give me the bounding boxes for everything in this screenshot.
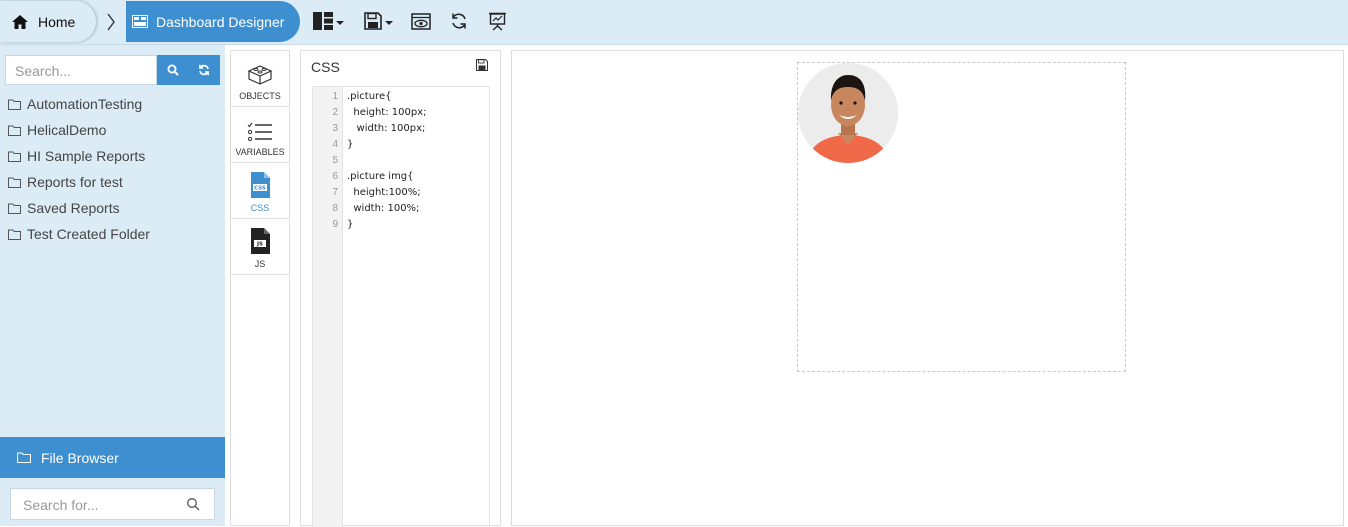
svg-text:JS: JS bbox=[256, 242, 263, 248]
layout-icon bbox=[313, 12, 333, 30]
presentation-button[interactable] bbox=[488, 10, 507, 32]
line-number-gutter: 1 2 3 4 5 6 7 8 9 bbox=[313, 87, 343, 527]
repository-search-input[interactable]: Search... bbox=[5, 55, 157, 85]
code-line: } bbox=[347, 139, 354, 150]
line-number: 3 bbox=[332, 123, 338, 134]
line-number: 8 bbox=[332, 203, 338, 214]
code-line: height:100%; bbox=[347, 187, 421, 198]
folder-icon bbox=[8, 151, 21, 162]
dropdown-caret-icon bbox=[336, 21, 344, 25]
code-line: } bbox=[347, 219, 354, 230]
line-number: 1 bbox=[332, 91, 338, 102]
line-number: 7 bbox=[332, 187, 338, 198]
folder-icon bbox=[17, 452, 31, 463]
folder-label: AutomationTesting bbox=[27, 96, 143, 112]
search-icon[interactable] bbox=[186, 497, 200, 511]
code-line: width: 100px; bbox=[347, 123, 426, 134]
palette-css[interactable]: CSS CSS bbox=[231, 163, 289, 219]
person-avatar-icon bbox=[798, 63, 898, 163]
code-line: width: 100%; bbox=[347, 203, 420, 214]
palette-js[interactable]: JS JS bbox=[231, 219, 289, 275]
refresh-icon[interactable] bbox=[198, 64, 210, 76]
search-actions bbox=[157, 55, 220, 85]
line-number: 6 bbox=[332, 171, 338, 182]
profile-picture bbox=[798, 63, 898, 163]
line-number: 4 bbox=[332, 139, 338, 150]
folder-item[interactable]: HelicalDemo bbox=[8, 117, 150, 143]
folder-item[interactable]: Reports for test bbox=[8, 169, 150, 195]
palette-css-label: CSS bbox=[250, 203, 270, 213]
folder-label: HI Sample Reports bbox=[27, 148, 146, 164]
folder-item[interactable]: Test Created Folder bbox=[8, 221, 150, 247]
css-editor-panel: CSS 1 2 3 4 5 6 7 8 9 .picture{ height: … bbox=[300, 50, 501, 527]
css-file-icon: CSS bbox=[251, 172, 270, 198]
svg-text:CSS: CSS bbox=[254, 186, 266, 192]
code-line: .picture img{ bbox=[347, 171, 414, 182]
folder-label: HelicalDemo bbox=[27, 122, 107, 138]
file-browser-label: File Browser bbox=[41, 449, 119, 466]
css-panel-title: CSS bbox=[311, 59, 340, 75]
line-number: 9 bbox=[332, 219, 338, 230]
folder-item[interactable]: HI Sample Reports bbox=[8, 143, 150, 169]
dropdown-caret-icon bbox=[385, 21, 393, 25]
folder-icon bbox=[8, 177, 21, 188]
js-file-icon: JS bbox=[251, 228, 270, 254]
dashboard-icon bbox=[132, 15, 148, 28]
preview-button[interactable] bbox=[411, 10, 431, 32]
save-icon bbox=[364, 12, 382, 30]
objects-icon bbox=[247, 65, 273, 85]
palette-variables-label: VARIABLES bbox=[235, 147, 285, 157]
breadcrumb-dashboard-designer[interactable]: Dashboard Designer bbox=[104, 1, 300, 42]
chevron-right-icon bbox=[107, 13, 115, 30]
variables-icon bbox=[247, 122, 272, 142]
home-icon bbox=[12, 14, 28, 29]
picture-component[interactable] bbox=[797, 62, 1126, 372]
folder-label: Reports for test bbox=[27, 174, 123, 190]
search-icon[interactable] bbox=[167, 64, 179, 76]
code-line: .picture{ bbox=[347, 91, 392, 102]
layout-button[interactable] bbox=[313, 10, 344, 32]
refresh-button[interactable] bbox=[450, 10, 468, 32]
folder-icon bbox=[8, 99, 21, 110]
dashboard-canvas[interactable] bbox=[511, 50, 1344, 526]
line-number: 5 bbox=[332, 155, 338, 166]
breadcrumb-separator bbox=[96, 1, 126, 42]
file-browser-search-input[interactable]: Search for... bbox=[10, 488, 215, 520]
folder-icon bbox=[8, 203, 21, 214]
presentation-icon bbox=[489, 12, 506, 31]
palette-variables[interactable]: VARIABLES bbox=[231, 107, 289, 163]
breadcrumb-current-label: Dashboard Designer bbox=[156, 13, 285, 30]
component-palette: OBJECTS VARIABLES CSS CSS JS JS bbox=[230, 50, 290, 526]
file-browser-header[interactable]: File Browser bbox=[0, 437, 225, 478]
folder-label: Saved Reports bbox=[27, 200, 120, 216]
breadcrumb-home[interactable]: Home bbox=[0, 1, 96, 42]
palette-objects[interactable]: OBJECTS bbox=[231, 51, 289, 107]
refresh-icon bbox=[452, 13, 466, 29]
top-toolbar: Home Dashboard Designer bbox=[0, 0, 1348, 45]
save-menu-button[interactable] bbox=[364, 10, 393, 32]
line-number: 2 bbox=[332, 107, 338, 118]
folder-icon bbox=[8, 229, 21, 240]
code-line: height: 100px; bbox=[347, 107, 427, 118]
folder-list: AutomationTesting HelicalDemo HI Sample … bbox=[8, 91, 150, 247]
breadcrumb-home-label: Home bbox=[38, 13, 76, 30]
palette-objects-label: OBJECTS bbox=[239, 91, 281, 101]
folder-item[interactable]: Saved Reports bbox=[8, 195, 150, 221]
code-editor[interactable]: 1 2 3 4 5 6 7 8 9 .picture{ height: 100p… bbox=[312, 86, 490, 527]
repository-sidebar: Search... AutomationTesting HelicalDemo … bbox=[0, 45, 225, 526]
palette-js-label: JS bbox=[254, 259, 266, 269]
preview-icon bbox=[411, 12, 431, 30]
folder-item[interactable]: AutomationTesting bbox=[8, 91, 150, 117]
folder-icon bbox=[8, 125, 21, 136]
save-icon[interactable] bbox=[476, 59, 488, 71]
folder-label: Test Created Folder bbox=[27, 226, 150, 242]
